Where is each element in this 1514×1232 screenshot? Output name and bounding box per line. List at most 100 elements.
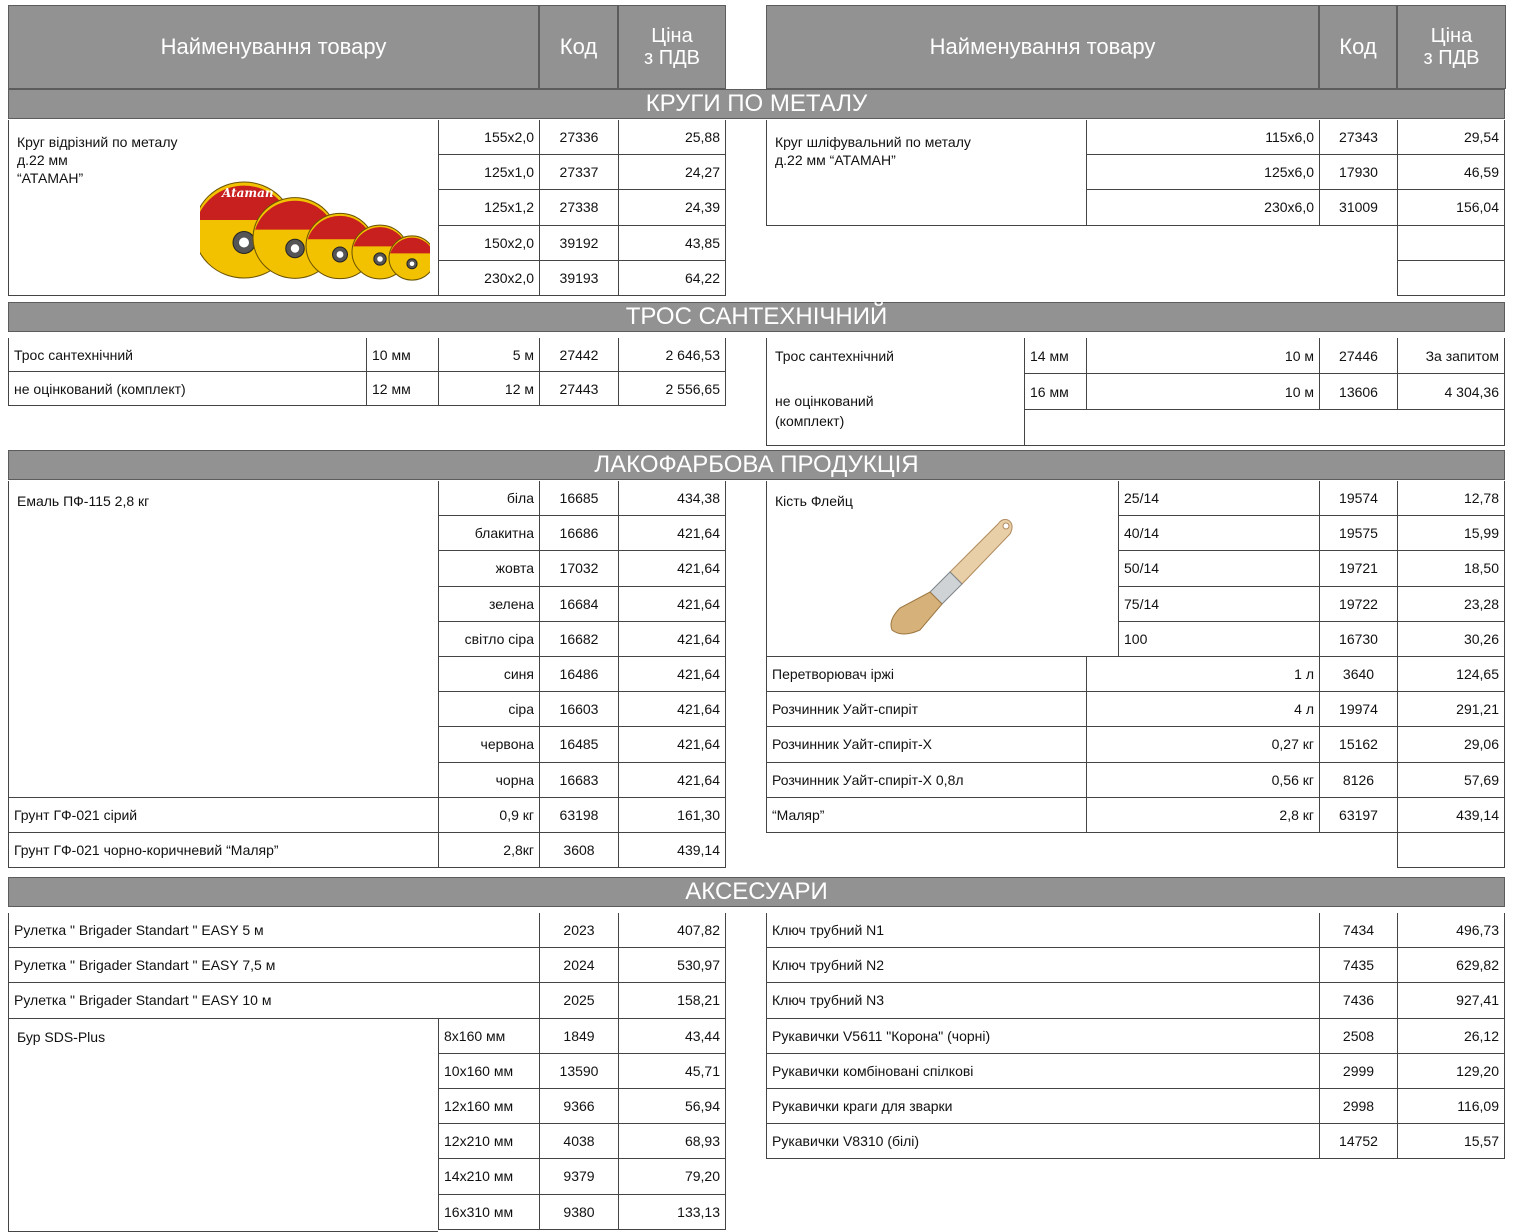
acc-right-code: 2999 <box>1319 1053 1397 1089</box>
brush-size: 25/14 <box>1118 481 1319 517</box>
cable-right-price: За запитом <box>1397 338 1505 374</box>
metal-right-size: 115х6,0 <box>1086 120 1319 156</box>
enamel-color: сіра <box>438 692 539 728</box>
brush-price: 18,50 <box>1397 551 1505 587</box>
cable-left-name: Трос сантехнічний <box>8 338 366 372</box>
metal-right-size: 125х6,0 <box>1086 155 1319 191</box>
metal-left-price: 24,39 <box>618 190 726 226</box>
enamel-code: 16684 <box>539 586 618 622</box>
drill-price: 68,93 <box>618 1124 726 1160</box>
brush-price: 23,28 <box>1397 586 1505 622</box>
primer-code: 63198 <box>539 797 618 833</box>
metal-right-name-2: д.22 мм “АТАМАН” <box>775 152 896 168</box>
enamel-price: 421,64 <box>618 727 726 763</box>
paint-right-code: 63197 <box>1319 797 1397 833</box>
cable-right-name-3: (комплект) <box>775 413 845 429</box>
acc-right-price: 129,20 <box>1397 1053 1505 1089</box>
enamel-price: 421,64 <box>618 762 726 798</box>
enamel-name-cell <box>8 481 438 798</box>
enamel-price: 421,64 <box>618 621 726 657</box>
enamel-color: червона <box>438 727 539 763</box>
metal-left-size: 125х1,2 <box>438 190 539 226</box>
drill-code: 9379 <box>539 1159 618 1195</box>
paint-right-code: 3640 <box>1319 657 1397 693</box>
tape-price: 158,21 <box>618 983 726 1019</box>
metal-left-code: 27337 <box>539 155 618 191</box>
paint-right-qty: 0,56 кг <box>1086 762 1319 798</box>
primer-name: Грунт ГФ-021 сірий <box>8 797 438 833</box>
metal-left-price: 25,88 <box>618 120 726 156</box>
brush-code: 19575 <box>1319 516 1397 552</box>
brush-size: 40/14 <box>1118 516 1319 552</box>
drill-size: 16х310 мм <box>438 1194 539 1230</box>
metal-left-price: 43,85 <box>618 225 726 261</box>
section-acc-header: АКСЕСУАРИ <box>8 877 1505 907</box>
cable-right-name-2: не оцінкований <box>775 393 874 409</box>
metal-left-code: 27338 <box>539 190 618 226</box>
enamel-price: 421,64 <box>618 551 726 587</box>
cable-left-name: не оцінкований (комплект) <box>8 372 366 406</box>
price-list-sheet: Найменування товару Код Ціна з ПДВ Найменува… <box>0 0 1514 1232</box>
enamel-price: 421,64 <box>618 657 726 693</box>
acc-right-code: 7435 <box>1319 948 1397 984</box>
metal-left-name-1: Круг відрізний по металу <box>17 134 178 150</box>
cable-right-name-1: Трос сантехнічний <box>775 348 894 364</box>
metal-right-code: 27343 <box>1319 120 1397 156</box>
enamel-color: чорна <box>438 762 539 798</box>
drill-size: 8х160 мм <box>438 1018 539 1054</box>
paint-right-price: 57,69 <box>1397 762 1505 798</box>
acc-right-code: 7434 <box>1319 913 1397 949</box>
enamel-code: 16485 <box>539 727 618 763</box>
metal-left-size: 155х2,0 <box>438 120 539 156</box>
cable-left-code: 27443 <box>539 372 618 406</box>
enamel-price: 421,64 <box>618 516 726 552</box>
metal-right-code: 17930 <box>1319 155 1397 191</box>
cable-right-code: 13606 <box>1319 374 1397 410</box>
enamel-code: 16682 <box>539 621 618 657</box>
acc-right-price: 629,82 <box>1397 948 1505 984</box>
drill-code: 4038 <box>539 1124 618 1160</box>
primer-price: 161,30 <box>618 797 726 833</box>
metal-right-size: 230х6,0 <box>1086 190 1319 226</box>
cable-left-length: 5 м <box>438 338 539 372</box>
drill-size: 14х210 мм <box>438 1159 539 1195</box>
drill-size: 12х160 мм <box>438 1089 539 1125</box>
enamel-color: біла <box>438 481 539 517</box>
brush-code: 19721 <box>1319 551 1397 587</box>
brush-code: 19574 <box>1319 481 1397 517</box>
metal-left-size: 150х2,0 <box>438 225 539 261</box>
enamel-color: блакитна <box>438 516 539 552</box>
brush-size: 50/14 <box>1118 551 1319 587</box>
acc-right-price: 496,73 <box>1397 913 1505 949</box>
cable-left-price: 2 556,65 <box>618 372 726 406</box>
tape-name: Рулетка " Brigader Standart " EASY 5 м <box>8 913 539 949</box>
section-paint-header: ЛАКОФАРБОВА ПРОДУКЦІЯ <box>8 450 1505 480</box>
acc-right-name: Рукавички V8310 (білі) <box>766 1124 1319 1160</box>
metal-left-price: 64,22 <box>618 260 726 296</box>
metal-left-code: 39193 <box>539 260 618 296</box>
paint-right-qty: 4 л <box>1086 692 1319 728</box>
cable-right-diam: 14 мм <box>1024 338 1086 374</box>
acc-right-name: Ключ трубний N2 <box>766 948 1319 984</box>
acc-right-code: 7436 <box>1319 983 1397 1019</box>
acc-right-name: Ключ трубний N3 <box>766 983 1319 1019</box>
paint-right-qty: 1 л <box>1086 657 1319 693</box>
paint-right-price: 439,14 <box>1397 797 1505 833</box>
brush-size: 75/14 <box>1118 586 1319 622</box>
drill-price: 56,94 <box>618 1089 726 1125</box>
cable-left-code: 27442 <box>539 338 618 372</box>
enamel-color: жовта <box>438 551 539 587</box>
metal-left-price: 24,27 <box>618 155 726 191</box>
enamel-code: 16683 <box>539 762 618 798</box>
brush-price: 12,78 <box>1397 481 1505 517</box>
tape-price: 530,97 <box>618 948 726 984</box>
paint-right-price: 29,06 <box>1397 727 1505 763</box>
enamel-code: 16486 <box>539 657 618 693</box>
section-cable-header: ТРОС САНТЕХНІЧНИЙ <box>8 302 1505 332</box>
price-header-line1: Ціна <box>651 25 693 47</box>
drill-price: 45,71 <box>618 1053 726 1089</box>
drill-price: 43,44 <box>618 1018 726 1054</box>
left-header-price: Ціна з ПДВ <box>618 5 726 89</box>
metal-right-name-1: Круг шліфувальний по металу <box>775 134 971 150</box>
metal-right-price: 156,04 <box>1397 190 1505 226</box>
